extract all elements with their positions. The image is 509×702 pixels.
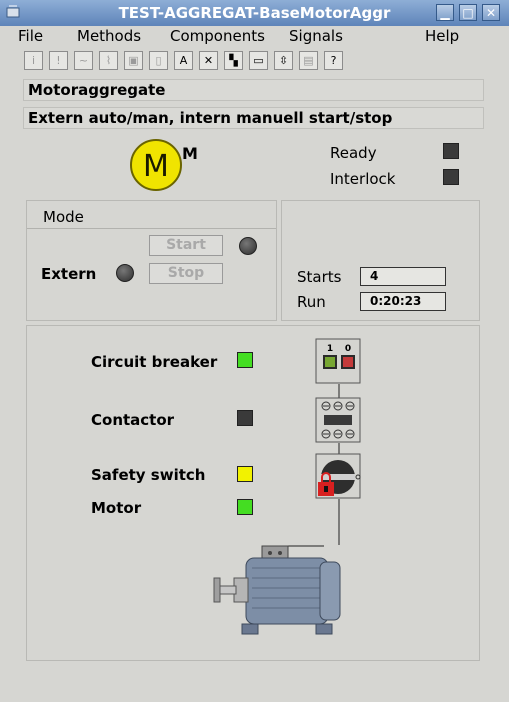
object-tool-icon[interactable]: ▭ (249, 51, 268, 70)
interlock-label: Interlock (330, 170, 396, 188)
safety-switch-label: Safety switch (91, 466, 206, 484)
photo-tool-icon[interactable]: ▣ (124, 51, 143, 70)
window-title: TEST-AGGREGAT-BaseMotorAggr (118, 4, 391, 22)
breaker-off-label: 0 (345, 344, 351, 354)
menu-methods[interactable]: Methods (77, 27, 141, 45)
stop-button[interactable]: Stop (149, 263, 223, 284)
run-label: Run (297, 293, 326, 311)
wire-1 (338, 384, 340, 398)
circuit-breaker-icon[interactable]: 1 0 (315, 338, 361, 384)
wire-3 (338, 499, 340, 545)
title-bar[interactable]: TEST-AGGREGAT-BaseMotorAggr ▁ □ ✕ (0, 0, 509, 27)
contactor-icon[interactable] (315, 397, 361, 443)
mode-title: Mode (43, 208, 84, 226)
menu-components[interactable]: Components (170, 27, 265, 45)
motor-logo-icon: M M (130, 139, 198, 191)
menu-signals[interactable]: Signals (289, 27, 343, 45)
menu-help[interactable]: Help (425, 27, 459, 45)
circuit-breaker-indicator (237, 352, 253, 368)
motor-label: Motor (91, 499, 142, 517)
contactor-label: Contactor (91, 411, 175, 429)
starts-value: 4 (360, 267, 446, 286)
motor-icon[interactable] (212, 544, 346, 638)
object-title: Motoraggregate (23, 79, 484, 101)
logo-letter: M (143, 149, 169, 184)
ready-label: Ready (330, 144, 377, 162)
signal-tool-icon[interactable]: ⇳ (274, 51, 293, 70)
trend-tool-icon[interactable]: ~ (74, 51, 93, 70)
triangle-tool-icon[interactable]: A (174, 51, 193, 70)
history-tool-icon[interactable]: ⌇ (99, 51, 118, 70)
mode-divider (27, 228, 276, 229)
maximize-button[interactable]: □ (459, 4, 477, 21)
safety-switch-indicator (237, 466, 253, 482)
motor-indicator (237, 499, 253, 515)
breaker-on-label: 1 (327, 344, 333, 354)
alarm-tool-icon[interactable]: ! (49, 51, 68, 70)
menu-bar: File Methods Components Signals Help (0, 26, 509, 46)
hierarchy-tool-icon[interactable]: ▚ (224, 51, 243, 70)
graph-tool-icon[interactable]: ▤ (299, 51, 318, 70)
interlock-indicator (443, 169, 459, 185)
extern-label: Extern (41, 265, 97, 283)
contactor-indicator (237, 410, 253, 426)
logo-superscript: M (182, 144, 198, 163)
run-value: 0:20:23 (360, 292, 446, 311)
start-led (239, 237, 257, 255)
safety-switch-icon[interactable] (315, 453, 363, 501)
info-tool-icon[interactable]: i (24, 51, 43, 70)
object-description: Extern auto/man, intern manuell start/st… (23, 107, 484, 129)
minimize-button[interactable]: ▁ (436, 4, 454, 21)
extern-led[interactable] (116, 264, 134, 282)
note-tool-icon[interactable]: ▯ (149, 51, 168, 70)
ready-indicator (443, 143, 459, 159)
menu-file[interactable]: File (18, 27, 43, 45)
circuit-breaker-label: Circuit breaker (91, 353, 218, 371)
crossref-tool-icon[interactable]: ✕ (199, 51, 218, 70)
starts-label: Starts (297, 268, 342, 286)
close-button[interactable]: ✕ (482, 4, 500, 21)
start-button[interactable]: Start (149, 235, 223, 256)
help-tool-icon[interactable]: ? (324, 51, 343, 70)
